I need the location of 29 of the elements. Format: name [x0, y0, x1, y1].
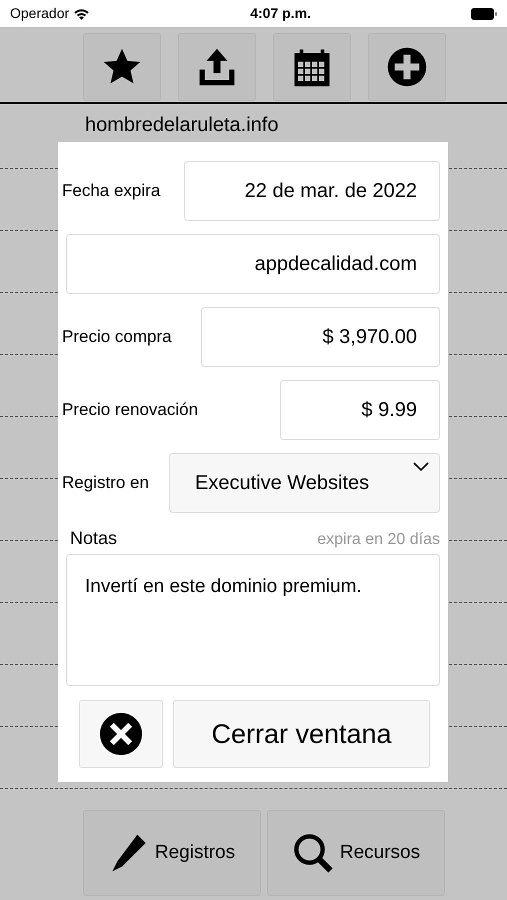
close-button[interactable]: [79, 700, 163, 768]
input-field[interactable]: appdecalidad.com: [66, 234, 440, 294]
wifi-icon: [73, 7, 90, 20]
calendar-button[interactable]: [273, 33, 351, 101]
input-field[interactable]: $ 3,970.00: [201, 307, 440, 367]
field-label: Fecha expira: [61, 180, 160, 202]
close-window-button[interactable]: Cerrar ventana: [173, 700, 430, 768]
expiry-hint: expira en 20 días: [317, 530, 440, 550]
close-icon: [99, 712, 143, 756]
input-field[interactable]: 22 de mar. de 2022: [184, 161, 440, 221]
notes-label: Notas: [70, 527, 118, 550]
notes-field[interactable]: Invertí en este dominio premium.: [66, 554, 440, 686]
chevron-icon: [413, 462, 429, 472]
search-icon: [292, 832, 334, 874]
status-time: 4:07 p.m.: [250, 4, 311, 23]
field-label: Precio compra: [61, 326, 172, 348]
nav-button[interactable]: Recursos: [267, 810, 445, 896]
add-button[interactable]: [368, 33, 446, 101]
select-field[interactable]: Executive Websites: [169, 453, 440, 513]
field-label: Registro en: [61, 472, 149, 494]
upload-button[interactable]: [178, 33, 256, 101]
battery-icon: [470, 8, 497, 20]
add-icon: [386, 46, 428, 88]
domain-text: hombredelaruleta.info: [84, 113, 278, 138]
field-label: Precio renovación: [61, 399, 198, 422]
input-field[interactable]: $ 9.99: [280, 380, 440, 440]
star-button[interactable]: [83, 33, 161, 101]
nav-button[interactable]: Registros: [83, 810, 261, 896]
carrier-label: Operador: [10, 4, 70, 23]
